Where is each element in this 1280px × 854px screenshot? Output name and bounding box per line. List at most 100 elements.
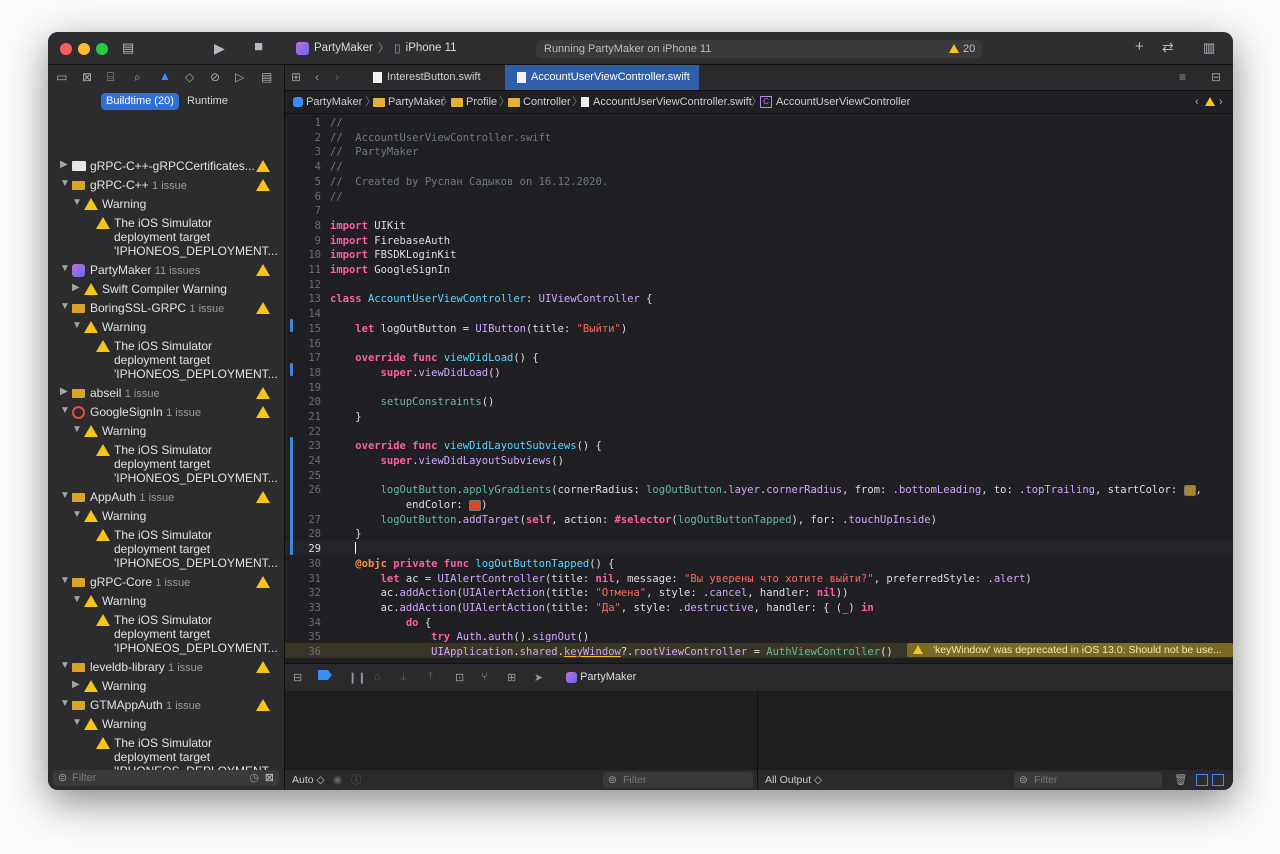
symbol-icon[interactable]: ⌸ xyxy=(107,70,114,85)
chevron-down-icon[interactable]: ▼ xyxy=(72,424,82,435)
search-icon[interactable]: ⌕ xyxy=(134,70,141,85)
runtime-tab[interactable]: Runtime xyxy=(182,93,233,110)
breadcrumb-item[interactable]: PartyMaker xyxy=(373,91,444,113)
chevron-down-icon[interactable]: ▼ xyxy=(60,698,70,709)
warning-row[interactable]: ▼ Warning xyxy=(48,422,284,440)
issue-message[interactable]: The iOS Simulator deployment target 'IPH… xyxy=(114,443,278,485)
chevron-down-icon[interactable]: ▼ xyxy=(60,490,70,501)
view-hierarchy-icon[interactable]: ⊡ xyxy=(455,671,464,684)
chevron-down-icon[interactable]: ▼ xyxy=(60,301,70,312)
trash-icon[interactable]: 🗑 xyxy=(1174,770,1187,790)
breadcrumb-item[interactable]: C AccountUserViewController xyxy=(760,91,910,113)
add-icon[interactable]: + xyxy=(1135,39,1144,55)
tab-accountuserviewcontroller[interactable]: AccountUserViewController.swift xyxy=(505,65,699,90)
group-row[interactable]: ▼ leveldb-library 1 issue xyxy=(48,658,284,676)
chevron-down-icon[interactable]: ▼ xyxy=(60,405,70,416)
group-row[interactable]: ▶ abseil 1 issue xyxy=(48,384,284,402)
show-variables-icon[interactable] xyxy=(1196,774,1208,786)
navigator-filter[interactable]: ⊜ Filter ◷ ⊠ xyxy=(53,770,279,786)
auto-selector[interactable]: Auto ◇ xyxy=(292,770,325,790)
breadcrumb-item[interactable]: Controller xyxy=(508,91,571,113)
chevron-left-icon[interactable]: ‹ xyxy=(1195,91,1199,113)
step-out-icon[interactable]: ⤒ xyxy=(428,671,433,684)
inspector-toggle-icon[interactable]: ▥ xyxy=(1203,40,1215,56)
step-in-icon[interactable]: ⤓ xyxy=(401,671,406,684)
chevron-down-icon[interactable]: ▼ xyxy=(60,178,70,189)
debug-icon[interactable]: ⊘ xyxy=(210,70,220,84)
output-selector[interactable]: All Output ◇ xyxy=(765,770,822,790)
warning-row[interactable]: ▼ Warning xyxy=(48,507,284,525)
swap-icon[interactable]: ⇄ xyxy=(1162,39,1174,55)
pause-icon[interactable]: ❙❙ xyxy=(348,671,366,684)
warning-row[interactable]: ▼ Warning xyxy=(48,318,284,336)
warning-icon[interactable] xyxy=(1205,97,1215,106)
inline-issue[interactable]: 'keyWindow' was deprecated in iOS 13.0: … xyxy=(907,643,1233,657)
warning-count[interactable]: 20 xyxy=(963,40,975,58)
color-swatch[interactable] xyxy=(1183,484,1196,496)
chevron-down-icon[interactable]: ▼ xyxy=(72,594,82,605)
grid-icon[interactable]: ⊞ xyxy=(291,65,301,90)
chevron-right-icon[interactable]: › xyxy=(1219,91,1223,113)
memory-graph-icon[interactable]: ⑂ xyxy=(481,671,488,683)
warning-row[interactable]: ▼ Warning xyxy=(48,715,284,733)
console-filter[interactable]: ⊜ Filter xyxy=(1014,772,1162,788)
scheme-selector[interactable]: PartyMaker 〉 ▯ iPhone 11 xyxy=(296,40,457,56)
console-view[interactable] xyxy=(758,691,1233,770)
issue-message[interactable]: The iOS Simulator deployment target 'IPH… xyxy=(114,216,278,258)
sidebar-toggle-icon[interactable]: ▤ xyxy=(122,40,134,56)
issue-message[interactable]: The iOS Simulator deployment target 'IPH… xyxy=(114,528,278,570)
chevron-down-icon[interactable]: ▼ xyxy=(72,717,82,728)
buildtime-tab[interactable]: Buildtime (20) xyxy=(101,93,179,110)
tab-interestbutton[interactable]: InterestButton.swift xyxy=(365,65,501,90)
color-swatch[interactable] xyxy=(469,499,482,511)
show-console-icon[interactable] xyxy=(1212,774,1224,786)
hide-debug-area-icon[interactable]: ⊟ xyxy=(293,671,302,684)
zoom-window-button[interactable] xyxy=(96,43,108,55)
issue-message[interactable]: The iOS Simulator deployment target 'IPH… xyxy=(114,613,278,655)
chevron-right-icon[interactable]: ▶ xyxy=(60,159,68,170)
editor-options-icon[interactable]: ≡ xyxy=(1179,65,1186,90)
group-row[interactable]: ▼ BoringSSL-GRPC 1 issue xyxy=(48,299,284,317)
chevron-down-icon[interactable]: ▼ xyxy=(72,320,82,331)
minimize-window-button[interactable] xyxy=(78,43,90,55)
group-row[interactable]: ▼ GTMAppAuth 1 issue xyxy=(48,696,284,714)
source-control-icon[interactable]: ⊠ xyxy=(82,70,92,84)
chevron-down-icon[interactable]: ▼ xyxy=(72,197,82,208)
chevron-down-icon[interactable]: ▼ xyxy=(60,660,70,671)
warning-row[interactable]: ▼ Warning xyxy=(48,592,284,610)
warning-row[interactable]: ▼ Warning xyxy=(48,195,284,213)
warning-row[interactable]: ▶ Warning xyxy=(48,677,284,695)
location-icon[interactable]: ➤ xyxy=(534,671,543,684)
group-row[interactable]: ▼ gRPC-C++ 1 issue xyxy=(48,176,284,194)
variables-view[interactable] xyxy=(285,691,757,770)
issue-message[interactable]: The iOS Simulator deployment target 'IPH… xyxy=(114,339,278,381)
info-icon[interactable]: ⓘ xyxy=(351,770,362,790)
add-editor-icon[interactable]: ⊟ xyxy=(1211,65,1221,90)
debug-target[interactable]: PartyMaker xyxy=(566,671,636,683)
eye-icon[interactable]: ◉ xyxy=(333,770,342,790)
back-icon[interactable]: ‹ xyxy=(315,65,319,90)
group-row[interactable]: ▼ gRPC-Core 1 issue xyxy=(48,573,284,591)
group-row[interactable]: ▼ AppAuth 1 issue xyxy=(48,488,284,506)
variables-filter[interactable]: ⊜ Filter xyxy=(603,772,753,788)
chevron-right-icon[interactable]: ▶ xyxy=(72,679,80,690)
chevron-right-icon[interactable]: ▶ xyxy=(72,282,80,293)
step-over-icon[interactable]: ⌂ xyxy=(374,671,381,683)
environment-icon[interactable]: ⊞ xyxy=(507,671,516,684)
breadcrumb-item[interactable]: AccountUserViewController.swift xyxy=(581,91,752,113)
clock-icon[interactable]: ◷ xyxy=(249,770,259,786)
chevron-right-icon[interactable]: ▶ xyxy=(60,386,68,397)
group-row[interactable]: ▼ GoogleSignIn 1 issue xyxy=(48,403,284,421)
warning-row[interactable]: ▶ Swift Compiler Warning xyxy=(48,280,284,298)
chevron-down-icon[interactable]: ▼ xyxy=(60,263,70,274)
source-editor[interactable]: 1 2 3 4 5 6 7 8 9 10 11 12 13 14 15 16 17 18 19 20 21 22 23 24 2… xyxy=(285,114,1233,662)
chevron-down-icon[interactable]: ▼ xyxy=(60,575,70,586)
stop-button[interactable]: ■ xyxy=(254,39,263,55)
forward-icon[interactable]: › xyxy=(335,65,339,90)
chevron-down-icon[interactable]: ▼ xyxy=(72,509,82,520)
report-icon[interactable]: ▤ xyxy=(261,70,272,84)
folder-icon[interactable]: ▭ xyxy=(56,70,67,84)
breakpoints-toggle-icon[interactable] xyxy=(318,670,332,680)
test-icon[interactable]: ◇ xyxy=(185,70,194,84)
breadcrumb-item[interactable]: Profile xyxy=(451,91,497,113)
